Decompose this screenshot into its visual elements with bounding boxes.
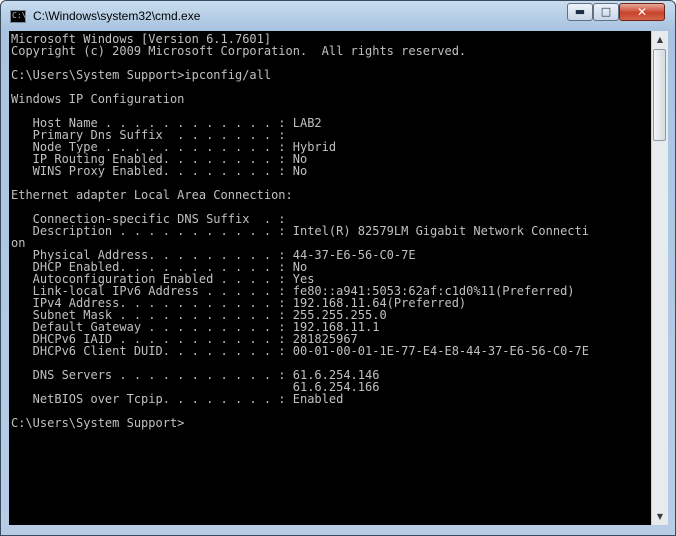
vertical-scrollbar[interactable]: ▲ ▼ xyxy=(651,31,668,525)
minimize-icon: ▬ xyxy=(574,5,586,18)
console-line: C:\Users\System Support> xyxy=(11,416,185,430)
console-line: Ethernet adapter Local Area Connection: xyxy=(11,188,293,202)
scroll-up-icon[interactable]: ▲ xyxy=(652,31,668,48)
maximize-button[interactable]: □ xyxy=(593,3,619,21)
console-line: Windows IP Configuration xyxy=(11,92,185,106)
title-bar[interactable]: C:\ C:\Windows\system32\cmd.exe ▬ □ ✕ xyxy=(1,1,675,31)
console-line: NetBIOS over Tcpip. . . . . . . . : Enab… xyxy=(11,392,344,406)
console-line: WINS Proxy Enabled. . . . . . . . : No xyxy=(11,164,308,178)
console-output[interactable]: Microsoft Windows [Version 6.1.7601] Cop… xyxy=(9,31,651,525)
scroll-down-icon[interactable]: ▼ xyxy=(652,508,668,525)
console-line: DHCPv6 Client DUID. . . . . . . . : 00-0… xyxy=(11,344,589,358)
maximize-icon: □ xyxy=(600,5,612,18)
console-line: Copyright (c) 2009 Microsoft Corporation… xyxy=(11,44,467,58)
window-title: C:\Windows\system32\cmd.exe xyxy=(33,9,201,23)
console-line: C:\Users\System Support>ipconfig/all xyxy=(11,68,272,82)
console-line: Description . . . . . . . . . . . : Inte… xyxy=(11,224,589,238)
minimize-button[interactable]: ▬ xyxy=(567,3,593,21)
console-text: Microsoft Windows [Version 6.1.7601] Cop… xyxy=(9,31,651,429)
close-icon: ✕ xyxy=(636,5,648,19)
cmd-icon[interactable]: C:\ xyxy=(10,10,26,23)
close-button[interactable]: ✕ xyxy=(619,3,665,21)
cmd-window: C:\ C:\Windows\system32\cmd.exe ▬ □ ✕ Mi… xyxy=(0,0,676,536)
scrollbar-thumb[interactable] xyxy=(653,49,666,141)
